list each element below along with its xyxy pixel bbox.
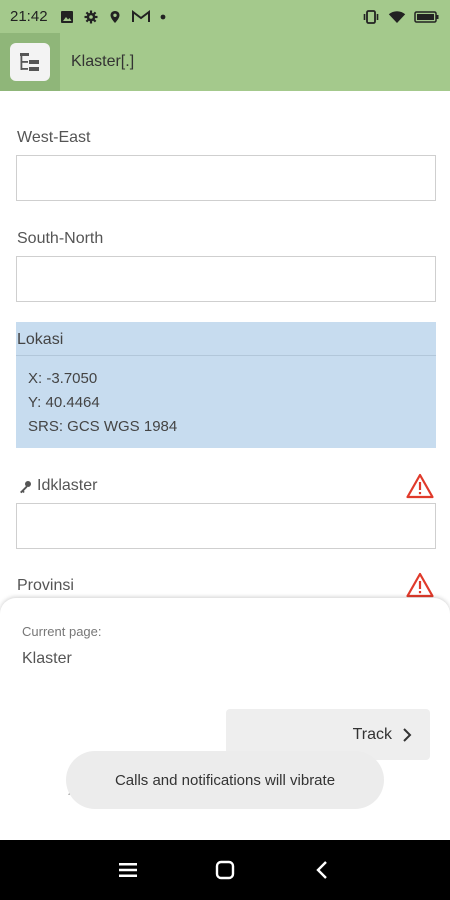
status-right-icons [362,9,440,24]
key-icon [20,481,31,494]
lokasi-x-value: X: -3.7050 [28,370,98,387]
lokasi-srs-value: SRS: GCS WGS 1984 [28,418,178,435]
status-bar: 21:42 [0,0,450,33]
current-page-caption: Current page: [22,624,102,639]
lokasi-location-box[interactable]: Lokasi X: -3.7050 Y: 40.4464 SRS: GCS WG… [16,322,436,448]
chevron-right-icon [403,727,412,742]
west-east-label: West-East [17,129,91,146]
warning-icon [406,572,434,598]
recents-icon [119,863,138,877]
toast-notification: Calls and notifications will vibrate [66,751,384,809]
provinsi-label: Provinsi [17,577,74,594]
page-title: Klaster[.] [71,53,135,70]
status-left-icons [60,9,166,24]
lokasi-divider [16,355,436,356]
back-icon [315,861,327,879]
gmail-icon [131,9,150,22]
idklaster-input[interactable] [16,503,436,549]
south-north-input[interactable] [16,256,436,302]
system-nav-bar [0,840,450,900]
recents-button[interactable] [108,850,148,890]
south-north-label: South-North [17,230,104,247]
menu-button[interactable] [0,33,60,91]
tree-structure-icon [20,53,39,71]
home-icon [215,860,235,880]
current-page-name: Klaster [22,650,72,667]
toast-text: Calls and notifications will vibrate [114,771,336,789]
track-button-label: Track [352,725,392,743]
location-icon [110,10,120,23]
warning-icon [406,473,434,499]
menu-button-tile [10,43,50,81]
vibrate-icon [363,9,379,24]
home-button[interactable] [205,850,245,890]
battery-icon [414,10,439,23]
lokasi-title: Lokasi [17,331,64,348]
app-toolbar: Klaster[.] [0,33,450,91]
dot-icon [160,14,165,19]
settings-icon [84,10,98,23]
back-button[interactable] [302,850,342,890]
lokasi-y-value: Y: 40.4464 [28,394,100,411]
west-east-input[interactable] [16,155,436,201]
image-icon [60,10,73,23]
status-time: 21:42 [10,8,48,25]
idklaster-label: Idklaster [37,477,98,494]
wifi-icon [388,10,406,23]
